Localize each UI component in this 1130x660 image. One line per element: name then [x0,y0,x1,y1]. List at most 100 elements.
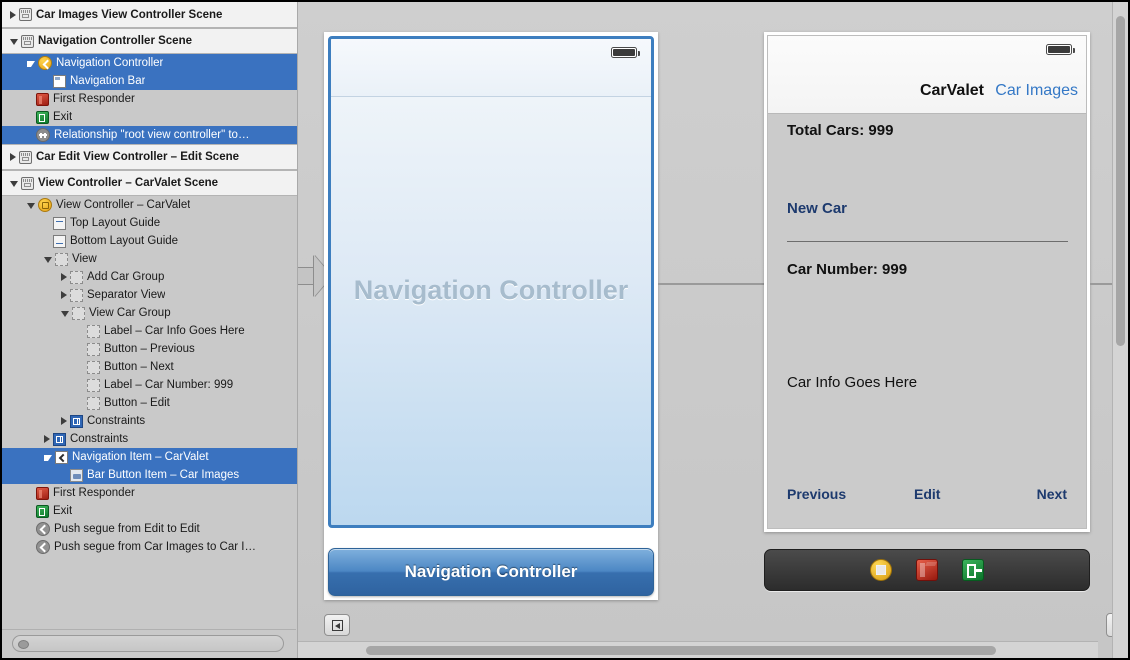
disclosure-triangle-icon[interactable] [44,435,50,443]
bar-button-item-icon [70,468,83,482]
disclosure-triangle-icon[interactable] [61,291,67,299]
disclosure-triangle-icon[interactable] [10,10,16,19]
outline-row-label: Push segue from Edit to Edit [54,523,200,535]
outline-row-view-controller-carvalet-scene[interactable]: View Controller – CarValet Scene [2,170,297,196]
outline-row-navigation-bar[interactable]: Navigation Bar [2,72,297,90]
outline-row-car-edit-view-controller-edit-scene[interactable]: Car Edit View Controller – Edit Scene [2,144,297,170]
view-icon [87,324,100,338]
outline-row-separator-view[interactable]: Separator View [2,286,297,304]
disclosure-triangle-icon[interactable] [10,153,16,161]
carvalet-view-controller-scene[interactable]: CarValet Car Images Total Cars: 999 New … [764,32,1090,532]
horizontal-scrollbar-thumb[interactable] [366,646,996,655]
outline-row-view-car-group[interactable]: View Car Group [2,304,297,322]
outline-row-navigation-item-carvalet[interactable]: Navigation Item – CarValet [2,448,297,466]
exit-icon [36,110,49,124]
outline-row-first-responder[interactable]: First Responder [2,90,297,108]
total-cars-label: Total Cars: 999 [787,122,894,139]
outline-row-label: First Responder [53,487,135,499]
outline-row-label-car-info-goes-here[interactable]: Label – Car Info Goes Here [2,322,297,340]
outline-row-label: Bar Button Item – Car Images [87,469,240,481]
next-button[interactable]: Next [1037,486,1067,502]
edit-button[interactable]: Edit [914,486,940,502]
outline-row-car-images-view-controller-scene[interactable]: Car Images View Controller Scene [2,2,297,28]
separator-view [787,241,1068,242]
car-images-bar-button[interactable]: Car Images [995,82,1078,100]
outline-row-view[interactable]: View [2,250,297,268]
outline-row-label: Button – Next [104,361,174,373]
outline-row-label: View Car Group [89,307,171,319]
view-icon [70,288,83,302]
navigation-controller-device-frame[interactable]: Navigation Controller [328,36,654,528]
outline-row-push-segue-from-edit-to-edit[interactable]: Push segue from Edit to Edit [2,520,297,538]
carvalet-navigation-bar[interactable] [768,36,1086,114]
outline-row-navigation-controller[interactable]: Navigation Controller [2,54,297,72]
horizontal-scrollbar[interactable] [298,641,1098,658]
collapse-panel-button[interactable] [324,614,350,636]
view-icon [87,396,100,410]
outline-row-relationship-root-view-controller-to[interactable]: Relationship "root view controller" to… [2,126,297,144]
navigation-controller-scene-label[interactable]: Navigation Controller [328,548,654,596]
disclosure-triangle-icon[interactable] [27,61,35,67]
carvalet-device-frame[interactable]: CarValet Car Images Total Cars: 999 New … [767,35,1087,529]
outline-row-button-edit[interactable]: Button – Edit [2,394,297,412]
outline-tree[interactable]: Car Images View Controller Scene Navigati… [2,2,297,556]
exit-dock-icon[interactable] [962,559,984,581]
outline-row-label: Label – Car Number: 999 [104,379,234,391]
outline-row-exit[interactable]: Exit [2,502,297,520]
outline-row-constraints[interactable]: Constraints [2,430,297,448]
outline-row-label: Navigation Controller [56,57,164,69]
outline-row-first-responder[interactable]: First Responder [2,484,297,502]
disclosure-triangle-icon[interactable] [61,417,67,425]
disclosure-triangle-icon[interactable] [10,181,18,187]
disclosure-triangle-icon[interactable] [61,273,67,281]
outline-row-push-segue-from-car-images-to-car-i[interactable]: Push segue from Car Images to Car I… [2,538,297,556]
outline-row-top-layout-guide[interactable]: Top Layout Guide [2,214,297,232]
navigation-controller-scene[interactable]: Navigation Controller Navigation Control… [324,32,658,600]
battery-icon [611,47,640,58]
view-icon [55,252,68,266]
filter-bulb-icon [18,639,29,649]
car-number-label: Car Number: 999 [787,261,908,278]
previous-button[interactable]: Previous [787,486,846,502]
disclosure-triangle-icon[interactable] [10,39,18,45]
vertical-scrollbar[interactable] [1112,2,1128,658]
view-icon [72,306,85,320]
outline-row-label: Navigation Item – CarValet [72,451,209,463]
outline-row-view-controller-carvalet[interactable]: View Controller – CarValet [2,196,297,214]
outline-row-constraints[interactable]: Constraints [2,412,297,430]
navigation-controller-placeholder-label: Navigation Controller [353,275,629,305]
outline-row-bottom-layout-guide[interactable]: Bottom Layout Guide [2,232,297,250]
outline-filter-field[interactable] [12,635,284,652]
outline-row-label-car-number-999[interactable]: Label – Car Number: 999 [2,376,297,394]
new-car-button[interactable]: New Car [787,200,847,217]
outline-row-bar-button-item-car-images[interactable]: Bar Button Item – Car Images [2,466,297,484]
outline-row-label: Relationship "root view controller" to… [54,129,250,141]
scene-dock[interactable] [764,549,1090,591]
disclosure-triangle-icon[interactable] [27,203,35,209]
outline-row-add-car-group[interactable]: Add Car Group [2,268,297,286]
disclosure-triangle-icon[interactable] [44,257,52,263]
outline-row-label: Label – Car Info Goes Here [104,325,245,337]
outline-row-navigation-controller-scene[interactable]: Navigation Controller Scene [2,28,297,54]
disclosure-triangle-icon[interactable] [44,455,52,461]
document-outline-panel[interactable]: Car Images View Controller Scene Navigati… [2,2,298,658]
outline-row-exit[interactable]: Exit [2,108,297,126]
outline-row-label: View [72,253,97,265]
xcode-storyboard-window: Car Images View Controller Scene Navigati… [0,0,1130,660]
vertical-scrollbar-thumb[interactable] [1116,16,1125,346]
storyboard-canvas[interactable]: Navigation Controller Navigation Control… [298,2,1116,658]
outline-row-label: Add Car Group [87,271,165,283]
outline-row-label: View Controller – CarValet Scene [38,177,219,189]
first-responder-dock-icon[interactable] [916,559,938,581]
scene-icon [21,34,34,48]
carvalet-nav-title: CarValet [919,82,984,99]
constraints-icon [53,432,66,446]
view-icon [87,360,100,374]
outline-row-button-previous[interactable]: Button – Previous [2,340,297,358]
outline-row-label: Button – Previous [104,343,195,355]
outline-filter-bar [2,629,296,658]
outline-row-button-next[interactable]: Button – Next [2,358,297,376]
disclosure-triangle-icon[interactable] [61,311,69,317]
outline-row-label: View Controller – CarValet [56,199,191,211]
view-controller-dock-icon[interactable] [870,559,892,581]
